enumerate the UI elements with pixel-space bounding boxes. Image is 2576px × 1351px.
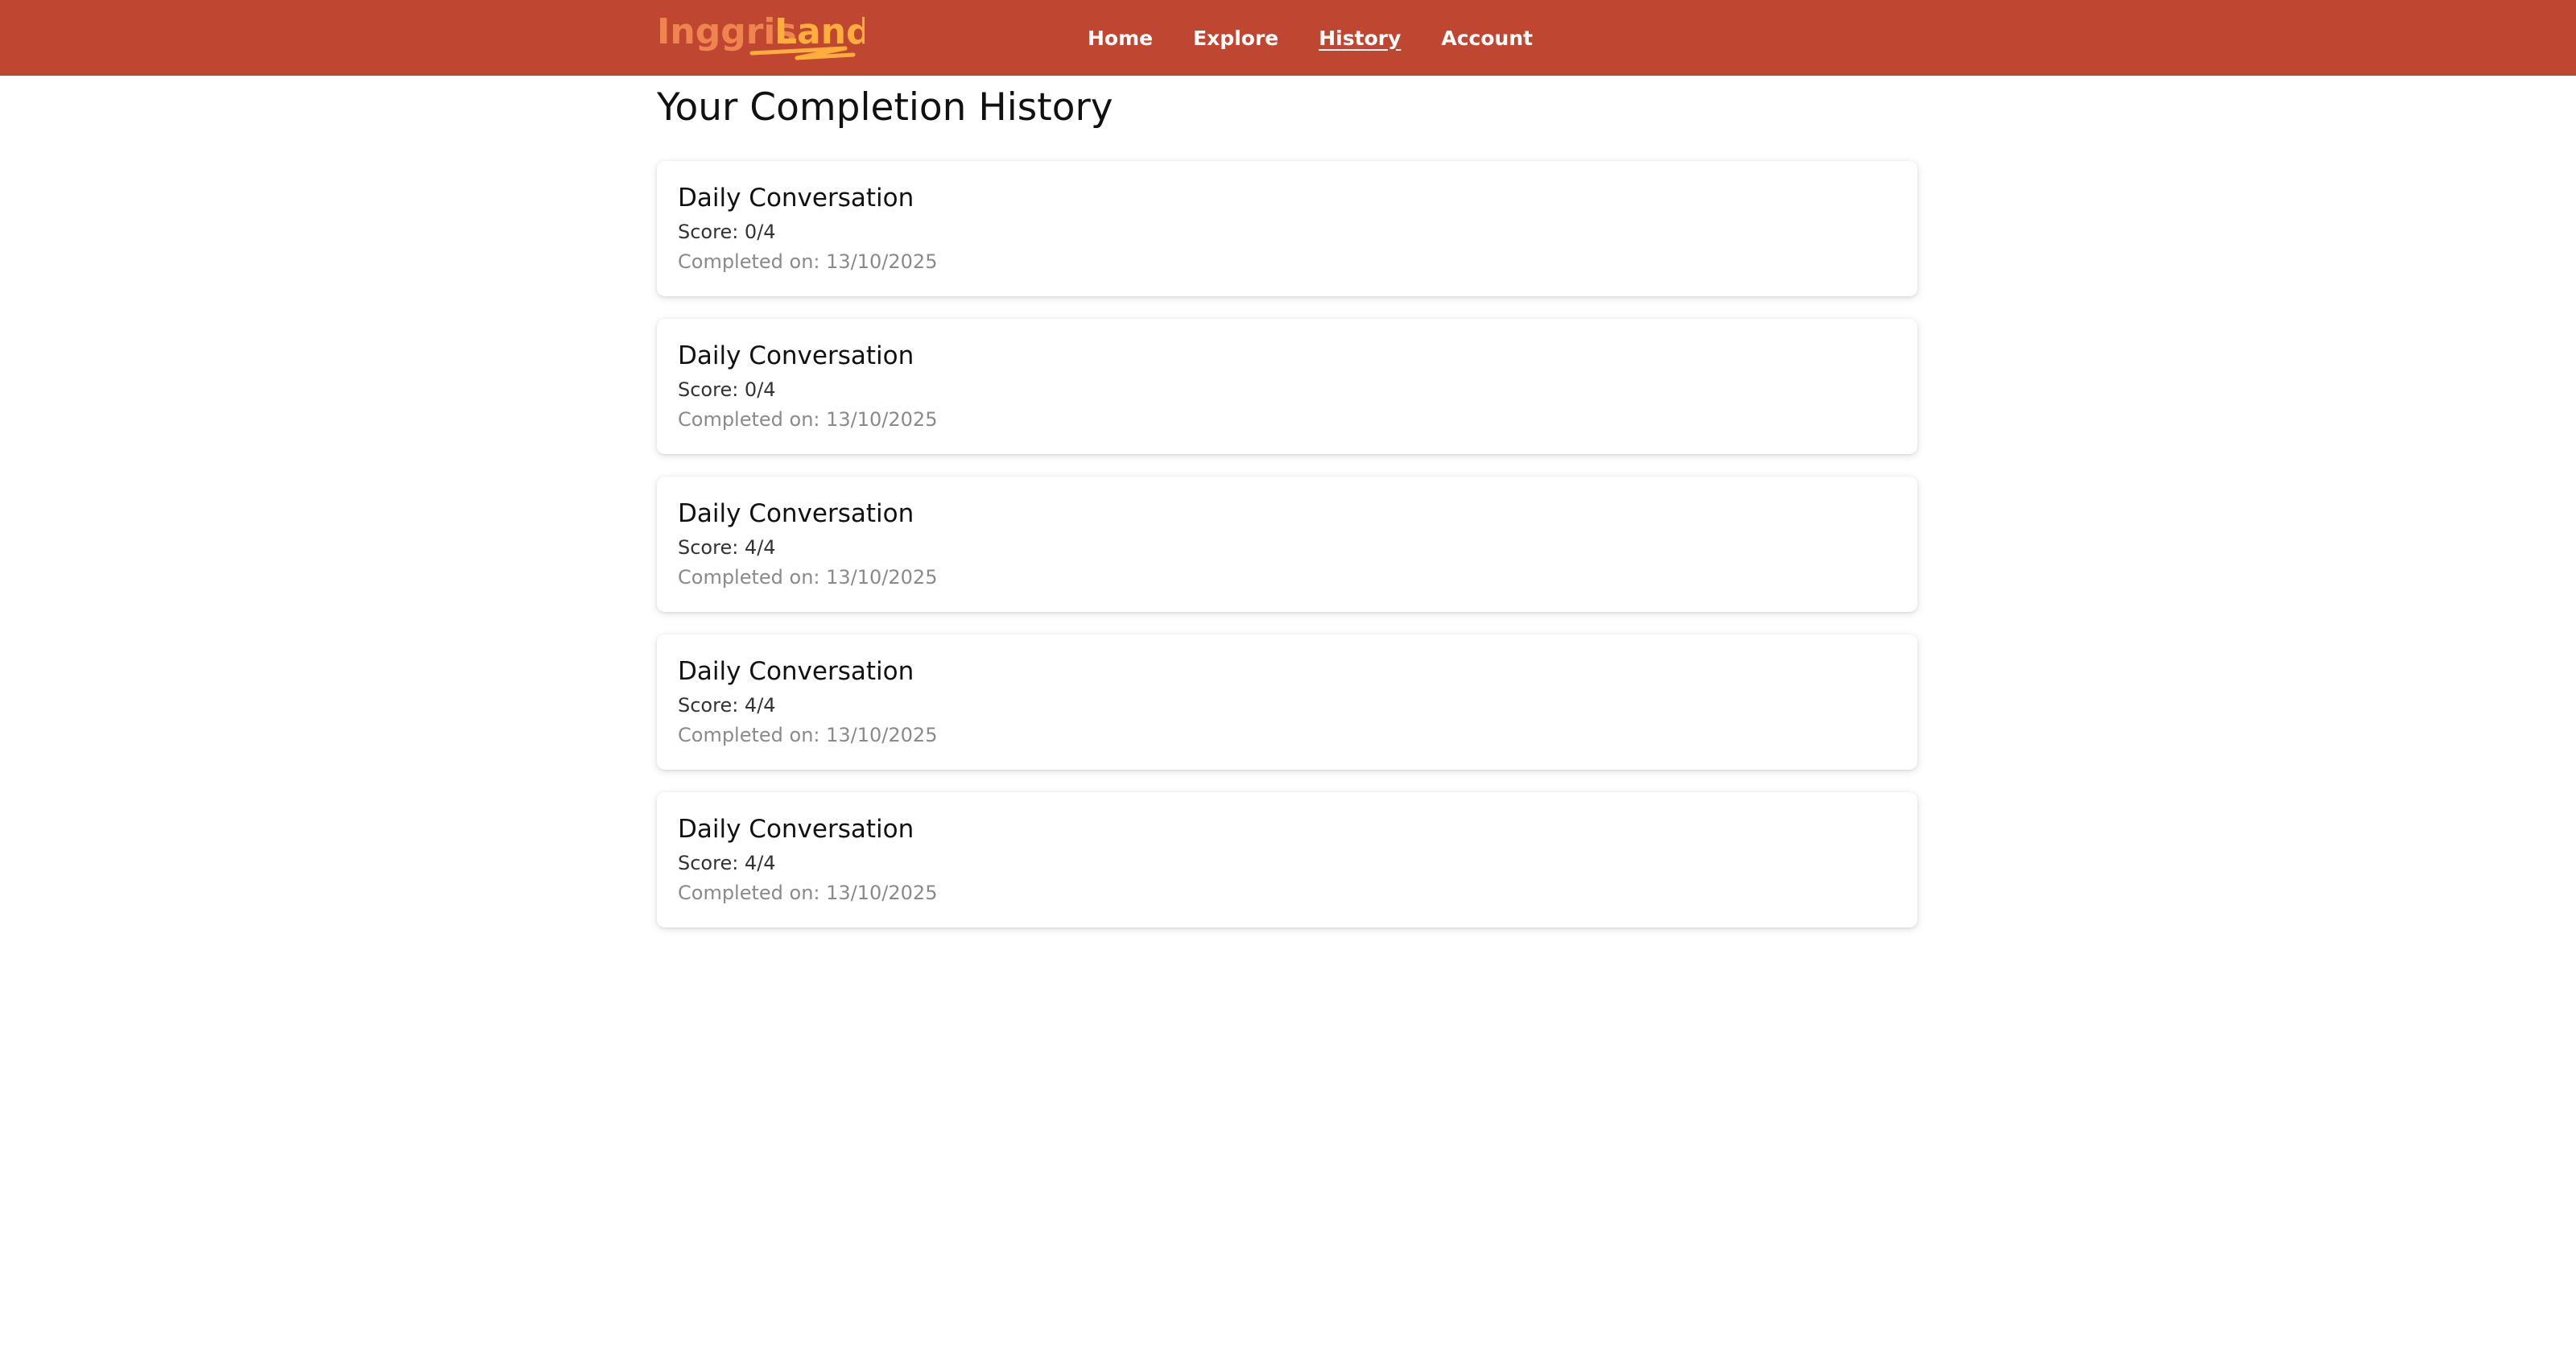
completion-date: Completed on: 13/10/2025	[678, 566, 938, 589]
lesson-score: Score: 4/4	[678, 536, 776, 559]
history-card[interactable]: Daily Conversation Score: 4/4 Completed …	[657, 792, 1918, 928]
lesson-title: Daily Conversation	[678, 184, 914, 213]
history-card[interactable]: Daily Conversation Score: 4/4 Completed …	[657, 477, 1918, 612]
completion-date: Completed on: 13/10/2025	[678, 724, 938, 746]
lesson-score: Score: 4/4	[678, 694, 776, 717]
inggrisland-logo[interactable]: Inggris Land	[655, 6, 865, 68]
completion-date: Completed on: 13/10/2025	[678, 408, 938, 431]
logo-word-land: Land	[774, 11, 865, 52]
completion-date: Completed on: 13/10/2025	[678, 882, 938, 904]
history-card[interactable]: Daily Conversation Score: 0/4 Completed …	[657, 161, 1918, 296]
nav-explore-link[interactable]: Explore	[1193, 27, 1278, 50]
lesson-title: Daily Conversation	[678, 657, 914, 686]
page-title: Your Completion History	[657, 85, 1113, 130]
lesson-score: Score: 0/4	[678, 221, 776, 243]
nav-account-link[interactable]: Account	[1441, 27, 1533, 50]
lesson-title: Daily Conversation	[678, 815, 914, 844]
logo-graphic: Inggris Land	[657, 11, 865, 60]
history-card[interactable]: Daily Conversation Score: 0/4 Completed …	[657, 319, 1918, 454]
main-nav: Home Explore History Account	[1088, 0, 1573, 76]
lesson-title: Daily Conversation	[678, 499, 914, 528]
nav-history-link[interactable]: History	[1319, 27, 1401, 50]
completion-date: Completed on: 13/10/2025	[678, 250, 938, 273]
top-navbar: Inggris Land Home Explore History Accoun…	[0, 0, 2576, 76]
lesson-score: Score: 4/4	[678, 852, 776, 874]
history-card[interactable]: Daily Conversation Score: 4/4 Completed …	[657, 634, 1918, 770]
lesson-score: Score: 0/4	[678, 378, 776, 401]
completion-history-list: Daily Conversation Score: 0/4 Completed …	[657, 161, 1918, 950]
lesson-title: Daily Conversation	[678, 341, 914, 370]
nav-home-link[interactable]: Home	[1088, 27, 1153, 50]
